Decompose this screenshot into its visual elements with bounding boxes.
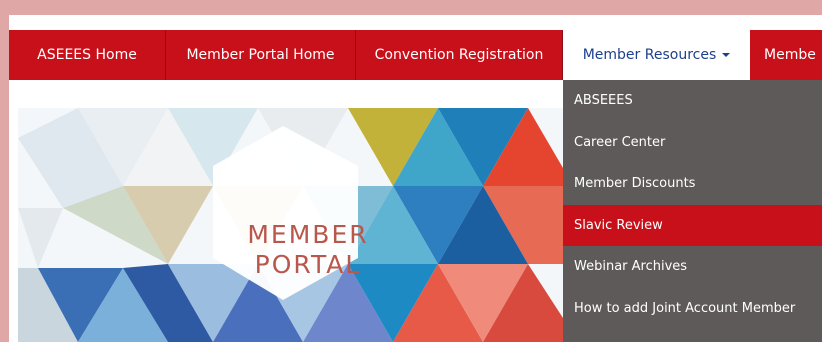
dropdown-item-abseees[interactable]: ABSEEES (563, 80, 822, 122)
dropdown-item-career-center[interactable]: Career Center (563, 122, 822, 164)
nav-convention-registration-label: Convention Registration (374, 47, 544, 63)
banner-title-line2: PORTAL (254, 250, 362, 279)
nav-convention-registration[interactable]: Convention Registration (356, 30, 563, 80)
nav-member-portal-home-label: Member Portal Home (186, 47, 335, 63)
member-resources-dropdown: ABSEEES Career Center Member Discounts S… (563, 80, 822, 342)
nav-member-portal-home[interactable]: Member Portal Home (166, 30, 356, 80)
dropdown-item-slavic-review[interactable]: Slavic Review (563, 204, 822, 246)
member-portal-banner: MEMBER PORTAL (18, 108, 563, 342)
nav-aseees-home[interactable]: ASEEES Home (9, 30, 166, 80)
banner-title-line1: MEMBER (247, 220, 369, 249)
dropdown-item-joint-account[interactable]: How to add Joint Account Member (563, 288, 822, 330)
nav-member-resources[interactable]: Member Resources (563, 30, 750, 80)
nav-member-cutoff-label: Membe (764, 47, 816, 63)
banner-title: MEMBER PORTAL (208, 220, 408, 280)
nav-member-resources-label: Member Resources (582, 47, 717, 63)
nav-aseees-home-label: ASEEES Home (37, 47, 137, 63)
main-navbar: ASEEES Home Member Portal Home Conventio… (9, 30, 822, 80)
nav-member-cutoff[interactable]: Membe (750, 30, 822, 80)
caret-down-icon (722, 53, 731, 57)
dropdown-item-member-discounts[interactable]: Member Discounts (563, 163, 822, 205)
dropdown-item-webinar-archives[interactable]: Webinar Archives (563, 246, 822, 288)
page-container: ASEEES Home Member Portal Home Conventio… (9, 15, 822, 342)
